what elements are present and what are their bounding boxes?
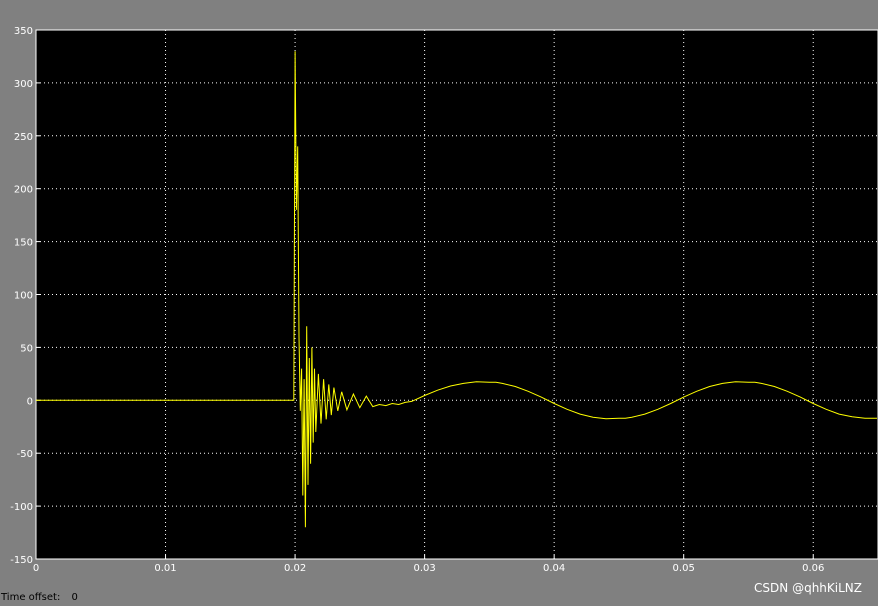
x-tick-label: 0.01 [154, 563, 176, 574]
scope-window: 0 0.01 0.02 0.03 0.04 0.05 0.06 -150 -100 -50 0 50 1… [0, 0, 878, 606]
y-tick-label: 150 [14, 238, 33, 249]
y-tick-label: -100 [10, 502, 33, 513]
time-offset-value: 0 [71, 592, 78, 603]
x-tick-label: 0.05 [673, 563, 695, 574]
time-offset-readout: Time offset: 0 [1, 592, 86, 603]
y-tick-label: 250 [14, 132, 33, 143]
y-tick-label: -150 [10, 555, 33, 566]
y-tick-label: 0 [27, 396, 33, 407]
scope-plot: 0 0.01 0.02 0.03 0.04 0.05 0.06 -150 -100 -50 0 50 1… [10, 26, 878, 574]
x-tick-label: 0.04 [543, 563, 565, 574]
x-tick-label: 0.06 [802, 563, 824, 574]
y-tick-label: 200 [14, 185, 33, 196]
y-tick-label: 350 [14, 26, 33, 37]
watermark: CSDN @qhhKiLNZ [754, 581, 862, 595]
y-tick-label: -50 [17, 449, 33, 460]
x-tick-label: 0.02 [284, 563, 306, 574]
y-tick-label: 100 [14, 291, 33, 302]
y-tick-label: 300 [14, 79, 33, 90]
y-tick-label: 50 [20, 343, 33, 354]
x-tick-label: 0 [33, 563, 39, 574]
time-offset-label: Time offset: [1, 592, 61, 603]
x-tick-label: 0.03 [413, 563, 435, 574]
